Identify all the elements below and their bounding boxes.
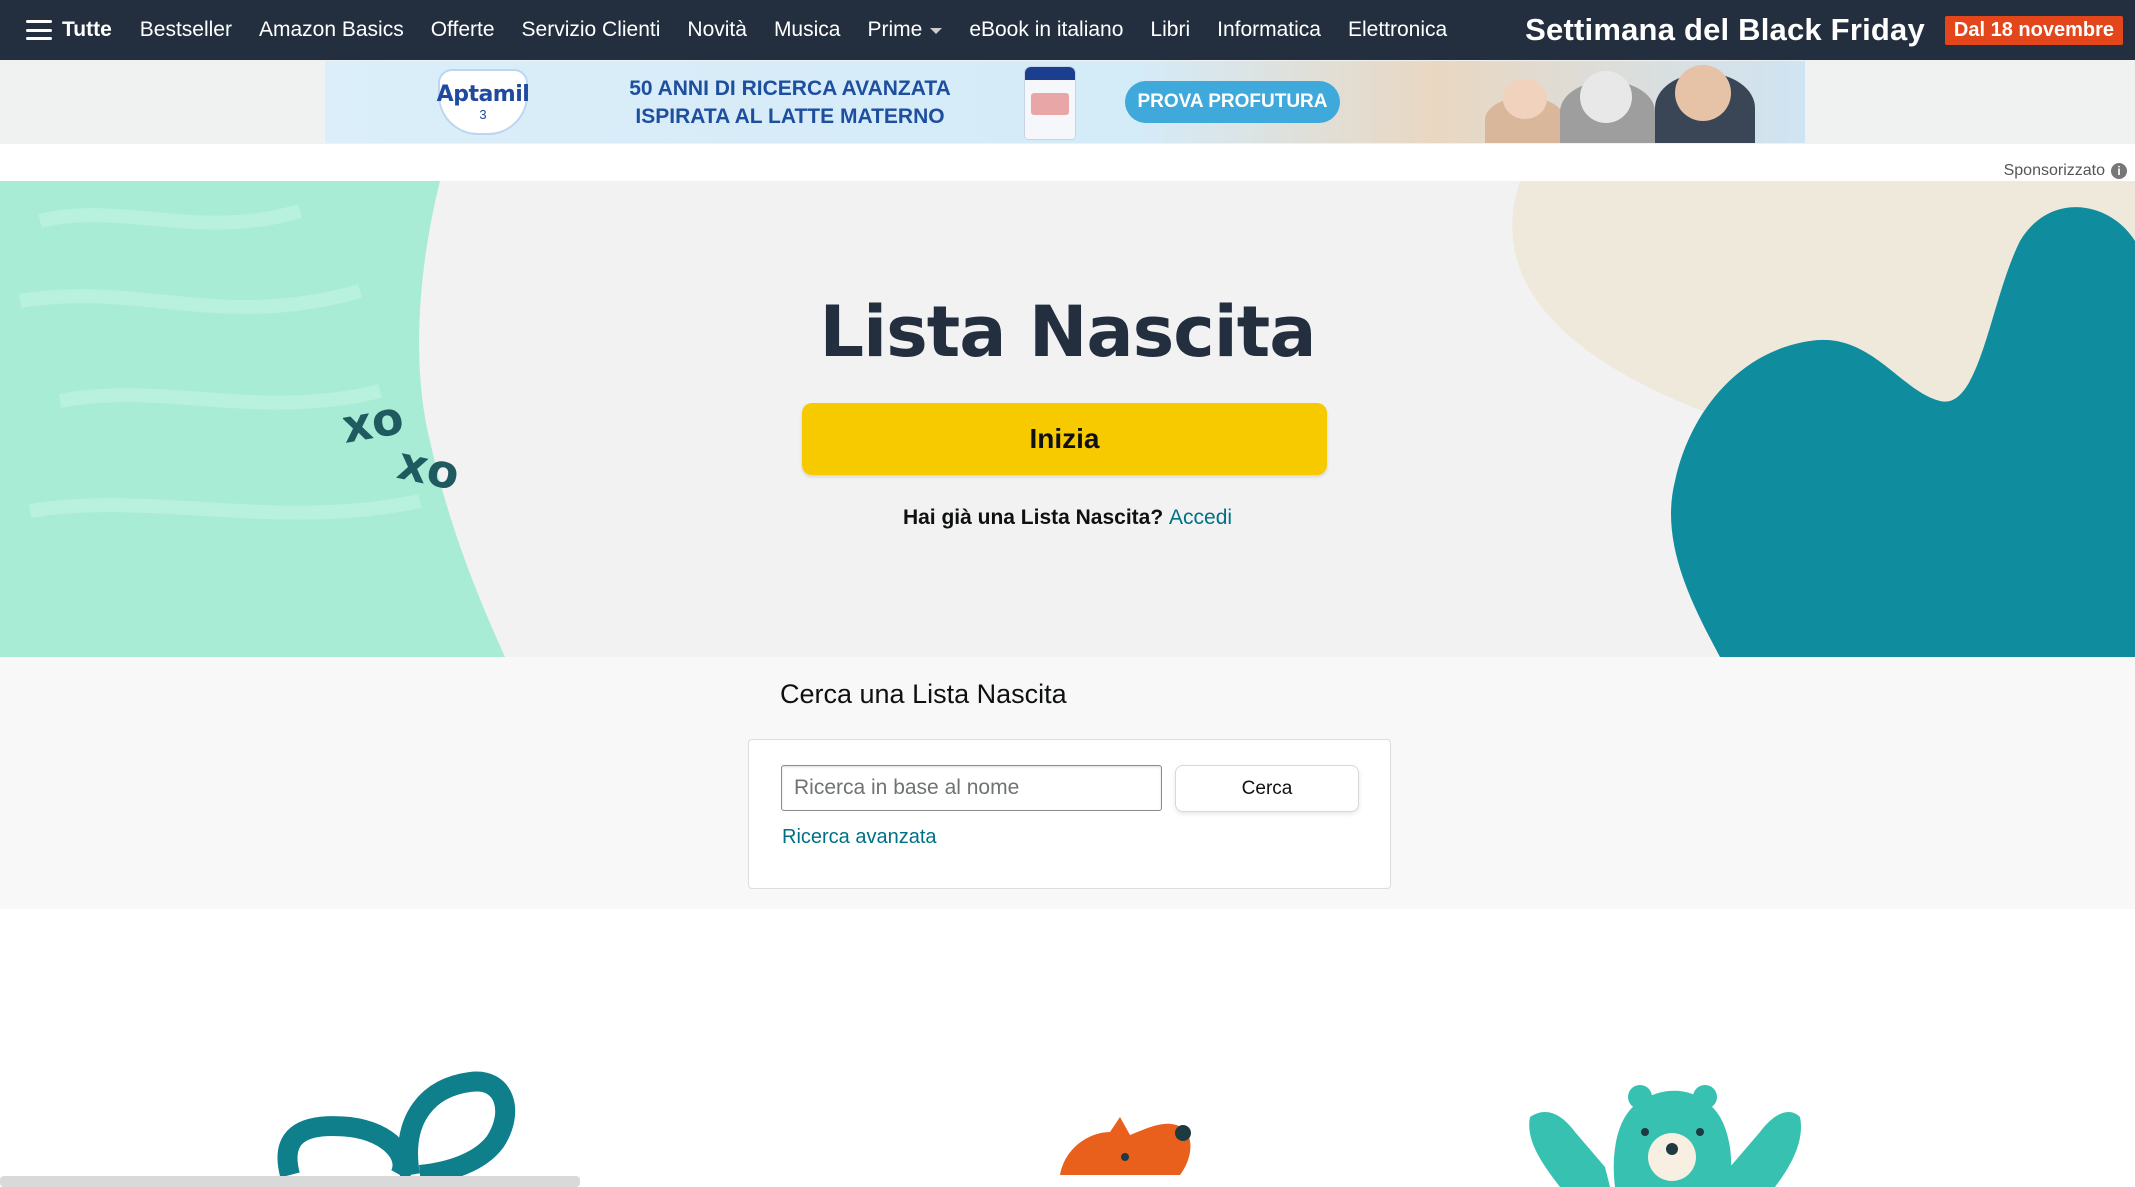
family-photo (1465, 61, 1765, 143)
search-card: Cerca Ricerca avanzata (748, 739, 1391, 889)
all-menu-button[interactable]: Tutte (26, 18, 112, 42)
nav-item-bestseller[interactable]: Bestseller (140, 18, 232, 42)
search-section: Cerca una Lista Nascita Cerca Ricerca av… (0, 657, 2135, 909)
aptamil-logo: Aptamil 3 (433, 67, 533, 137)
nav-item-servizio-clienti[interactable]: Servizio Clienti (522, 18, 661, 42)
ad-cta-button[interactable]: PROVA PROFUTURA (1125, 81, 1340, 123)
signin-prompt-text: Hai già una Lista Nascita? (902, 506, 1164, 529)
fox-illustration (1060, 1117, 1191, 1175)
promo-badge: Dal 18 novembre (1944, 15, 2123, 45)
ad-brand: Aptamil (436, 82, 530, 107)
search-input[interactable] (781, 765, 1162, 811)
sponsored-label[interactable]: Sponsorizzato i (2004, 162, 2127, 180)
gift-bow-illustration (277, 1071, 516, 1185)
nav-item-ebook[interactable]: eBook in italiano (969, 18, 1123, 42)
ad-brand-sub: 3 (479, 107, 487, 122)
xo-text-2: xo (393, 435, 464, 498)
hamburger-icon (26, 20, 52, 40)
xo-text-1: xo (343, 398, 407, 454)
nav-item-offerte[interactable]: Offerte (431, 18, 495, 42)
illustrations-row (277, 1071, 1801, 1187)
caret-down-icon (930, 28, 943, 34)
nav-item-libri[interactable]: Libri (1150, 18, 1190, 42)
top-nav: Tutte Bestseller Amazon Basics Offerte S… (0, 0, 2135, 60)
nav-item-novita[interactable]: Novità (687, 18, 747, 42)
page-title: Lista Nascita (819, 291, 1316, 373)
nav-item-amazon-basics[interactable]: Amazon Basics (259, 18, 404, 42)
signin-link[interactable]: Accedi (1169, 506, 1232, 529)
bear-illustration (1529, 1085, 1801, 1187)
nav-item-prime[interactable]: Prime (867, 18, 943, 42)
start-button[interactable]: Inizia (802, 403, 1327, 475)
horizontal-scrollbar[interactable] (0, 1176, 580, 1187)
hero-section: xo xo Lista Nascita Inizia Hai già una L… (0, 181, 2135, 657)
xoxo-doodle: xo xo (343, 398, 464, 498)
ad-headline-line-1: 50 ANNI DI RICERCA AVANZATA (629, 77, 951, 100)
search-button[interactable]: Cerca (1175, 765, 1359, 812)
advanced-search-link[interactable]: Ricerca avanzata (782, 826, 937, 849)
sponsored-ad-banner[interactable]: Aptamil 3 50 ANNI DI RICERCA AVANZATA IS… (325, 61, 1805, 143)
promo-title: Settimana del Black Friday (1525, 12, 1925, 47)
ad-headline-line-2: ISPIRATA AL LATTE MATERNO (635, 105, 945, 128)
search-heading: Cerca una Lista Nascita (780, 679, 1067, 709)
black-friday-promo[interactable]: Settimana del Black Friday Dal 18 novemb… (1525, 0, 2123, 60)
all-menu-label: Tutte (62, 18, 112, 41)
nav-links: Bestseller Amazon Basics Offerte Servizi… (140, 18, 1474, 42)
sponsored-text: Sponsorizzato (2003, 162, 2105, 179)
nav-item-elettronica[interactable]: Elettronica (1348, 18, 1447, 42)
info-icon: i (2111, 163, 2127, 179)
signin-prompt: Hai già una Lista Nascita? Accedi (0, 506, 2135, 530)
nav-item-musica[interactable]: Musica (774, 18, 841, 42)
ad-headline: 50 ANNI DI RICERCA AVANZATA ISPIRATA AL … (620, 75, 960, 131)
nav-item-prime-label: Prime (867, 18, 923, 41)
nav-item-informatica[interactable]: Informatica (1217, 18, 1321, 42)
product-image (1025, 67, 1075, 139)
